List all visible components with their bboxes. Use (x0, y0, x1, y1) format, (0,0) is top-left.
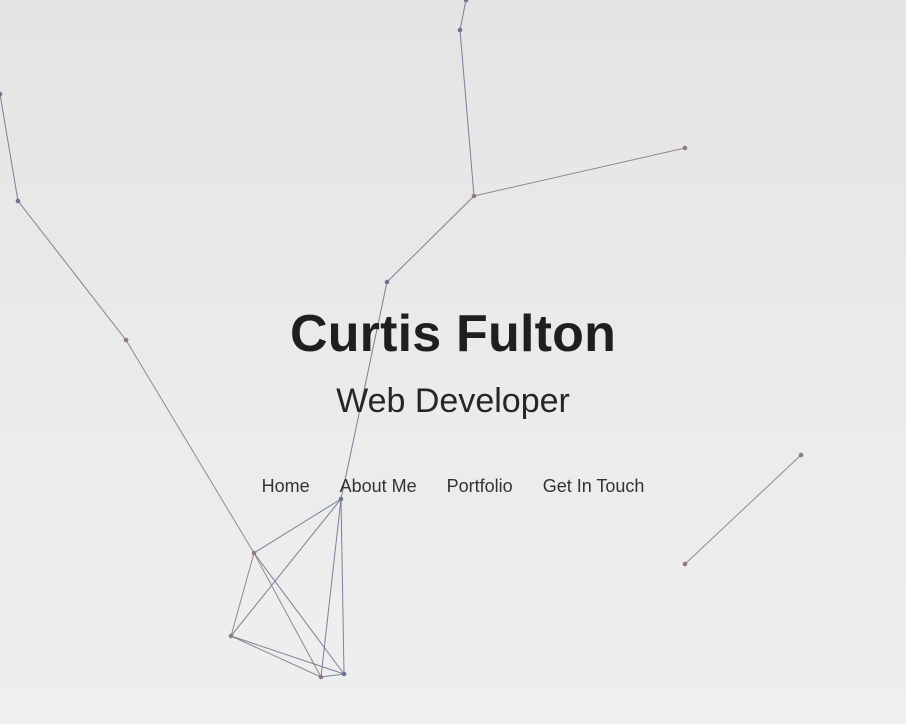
nav-link-home[interactable]: Home (262, 474, 310, 498)
nav-link-get-in-touch[interactable]: Get In Touch (543, 474, 645, 498)
nav-link-portfolio[interactable]: Portfolio (447, 474, 513, 498)
subtitle-role: Web Developer (336, 382, 570, 420)
main-nav: Home About Me Portfolio Get In Touch (0, 474, 906, 498)
page-title: Curtis Fulton (289, 305, 617, 363)
hero-section: Curtis Fulton Web Developer Home About M… (0, 0, 906, 724)
nav-link-about-me[interactable]: About Me (340, 474, 417, 498)
